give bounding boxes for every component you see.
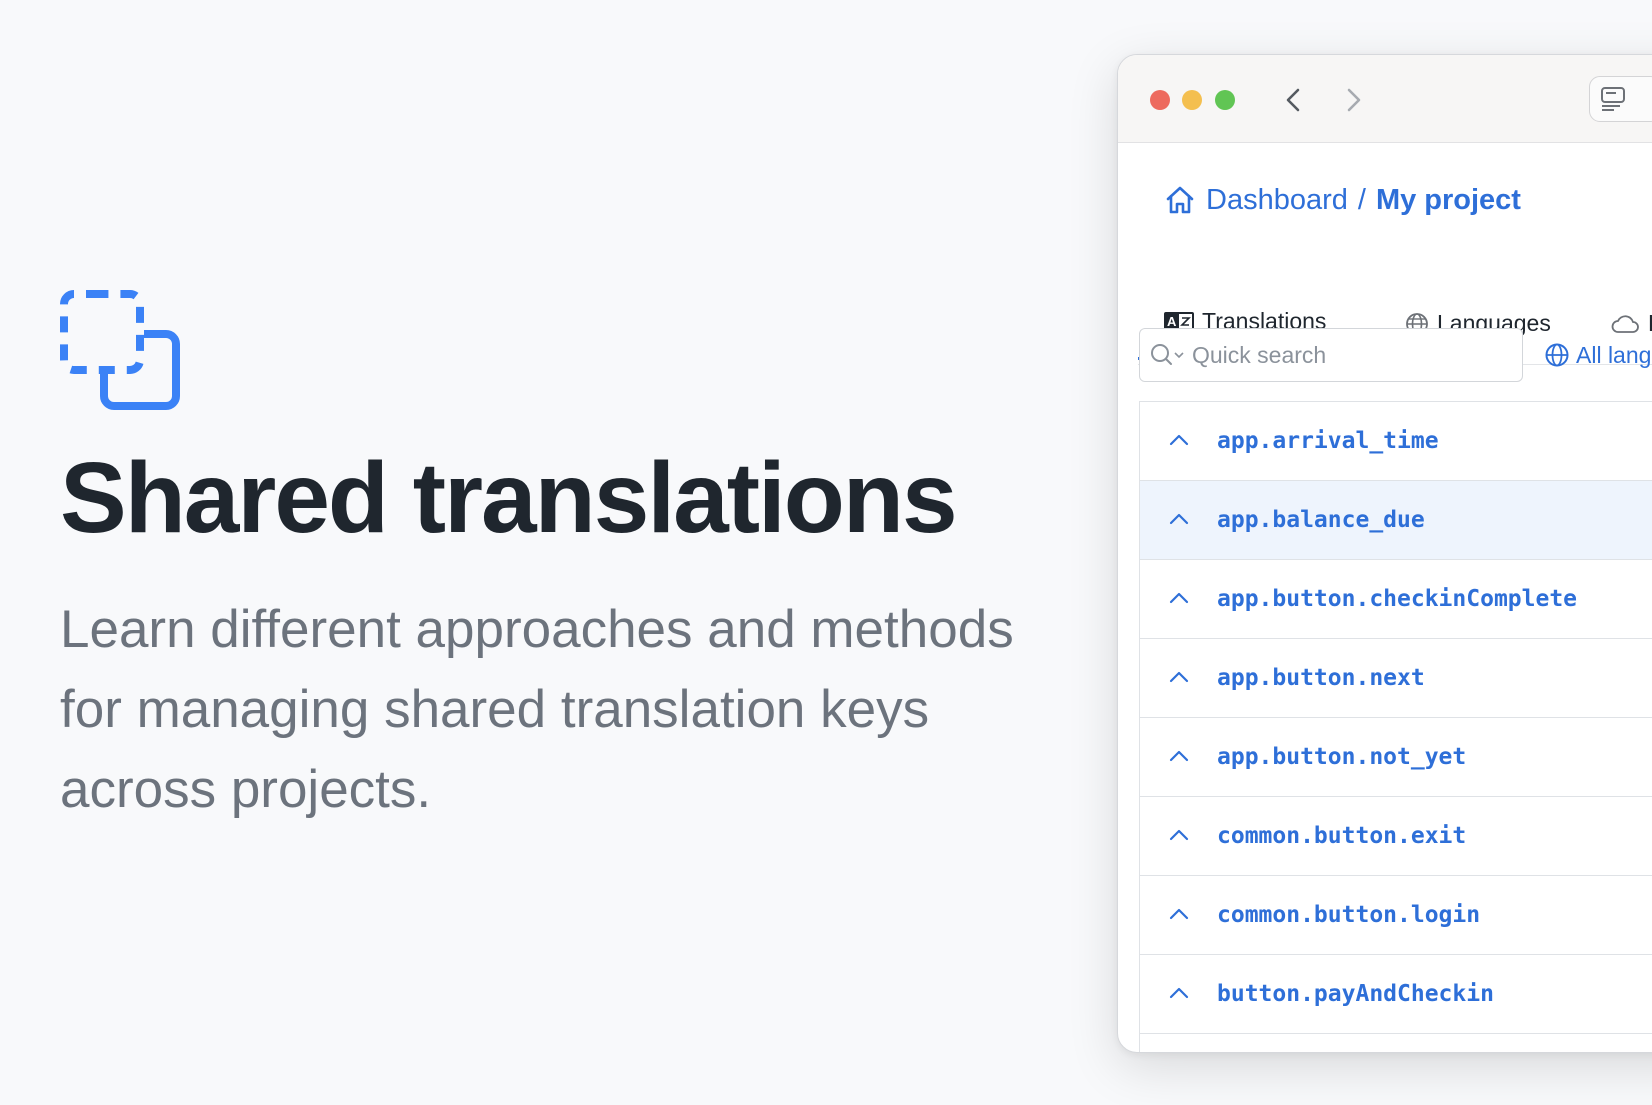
translation-key[interactable]: app.button.not_yet xyxy=(1217,744,1466,770)
sidebar-toggle-button[interactable] xyxy=(1589,76,1652,122)
translation-key[interactable]: app.button.next xyxy=(1217,665,1425,691)
translation-key[interactable]: app.arrival_time xyxy=(1217,428,1439,454)
key-row[interactable]: app.button.not_yet xyxy=(1140,718,1652,797)
app-window: Dashboard / My project A Translations La… xyxy=(1117,54,1652,1053)
page-title: Shared translations xyxy=(60,442,958,554)
chevron-up-icon[interactable] xyxy=(1168,824,1190,846)
breadcrumb: Dashboard / My project xyxy=(1164,177,1521,223)
shared-copy-icon xyxy=(60,290,180,410)
key-row[interactable]: app.button.next xyxy=(1140,639,1652,718)
zoom-window-button[interactable] xyxy=(1215,90,1235,110)
chevron-up-icon[interactable] xyxy=(1168,666,1190,688)
breadcrumb-dashboard-link[interactable]: Dashboard xyxy=(1206,184,1348,217)
key-row[interactable]: common.button.exit xyxy=(1140,797,1652,876)
minimize-window-button[interactable] xyxy=(1182,90,1202,110)
language-filter-dropdown[interactable]: All lang xyxy=(1544,335,1651,375)
chevron-up-icon[interactable] xyxy=(1168,982,1190,1004)
breadcrumb-separator: / xyxy=(1357,183,1366,216)
globe-icon xyxy=(1545,343,1569,367)
svg-text:A: A xyxy=(1167,314,1177,329)
translation-key[interactable]: common.button.login xyxy=(1217,902,1480,928)
tab-hosting-label: Ho xyxy=(1648,310,1652,337)
search-icon xyxy=(1151,344,1184,365)
home-icon[interactable] xyxy=(1164,184,1196,216)
language-filter-label: All lang xyxy=(1576,341,1652,368)
chevron-up-icon[interactable] xyxy=(1168,429,1190,451)
chevron-up-icon[interactable] xyxy=(1168,508,1190,530)
cloud-icon xyxy=(1611,314,1639,333)
key-row[interactable]: common.button.login xyxy=(1140,876,1652,955)
window-titlebar xyxy=(1118,55,1652,143)
translation-key[interactable]: common.button.exit xyxy=(1217,823,1466,849)
page-description: Learn different approaches and methods f… xyxy=(60,600,1014,819)
chevron-left-icon[interactable] xyxy=(1277,83,1311,117)
key-row[interactable]: app.button.checkinComplete xyxy=(1140,560,1652,639)
translation-key-list: app.arrival_time app.balance_due app.but… xyxy=(1139,401,1652,1052)
key-row[interactable]: app.arrival_time xyxy=(1140,402,1652,481)
chevron-up-icon[interactable] xyxy=(1168,587,1190,609)
chevron-up-icon[interactable] xyxy=(1168,903,1190,925)
close-window-button[interactable] xyxy=(1150,90,1170,110)
search-placeholder: Quick search xyxy=(1192,341,1327,368)
sidebar-icon xyxy=(1601,87,1625,111)
breadcrumb-current-project[interactable]: My project xyxy=(1376,184,1521,217)
chevron-right-icon[interactable] xyxy=(1336,83,1370,117)
translation-key[interactable]: app.button.checkinComplete xyxy=(1217,586,1577,612)
translation-key[interactable]: app.balance_due xyxy=(1217,507,1425,533)
translation-key[interactable]: button.payAndCheckin xyxy=(1217,981,1494,1007)
key-row[interactable]: app.balance_due xyxy=(1140,481,1652,560)
chevron-up-icon[interactable] xyxy=(1168,745,1190,767)
key-row[interactable]: button.payAndCheckin xyxy=(1140,955,1652,1034)
quick-search-input[interactable]: Quick search xyxy=(1139,328,1523,382)
